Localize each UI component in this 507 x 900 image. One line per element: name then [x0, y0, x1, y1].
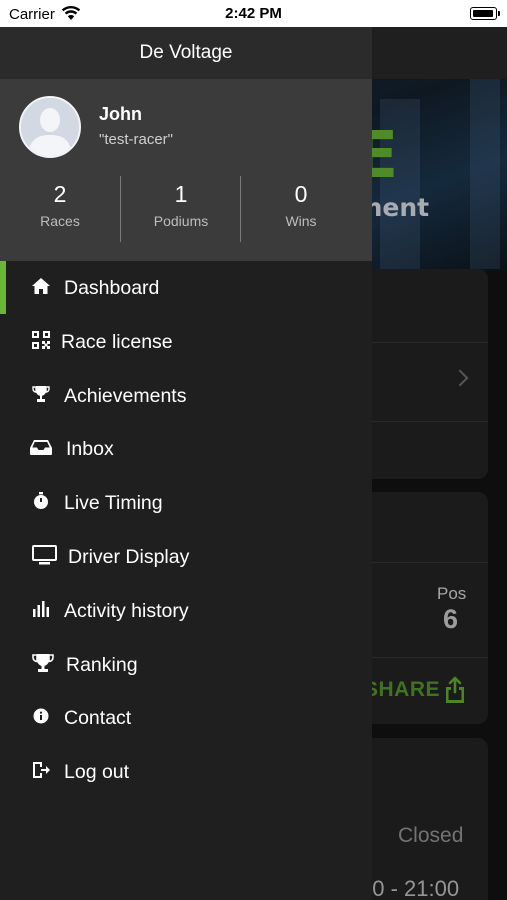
- profile-header: John "test-racer" 2 Races 1 Podiums 0 Wi…: [0, 79, 372, 261]
- status-bar: Carrier 2:42 PM: [0, 0, 507, 27]
- menu-item-label: Inbox: [66, 438, 114, 461]
- user-placeholder-icon: [21, 98, 79, 156]
- menu-item-label: Driver Display: [68, 545, 190, 568]
- stat-label: Podiums: [153, 213, 209, 229]
- menu-item-label: Contact: [64, 707, 132, 730]
- drawer-menu: Dashboard Race license Achievements Inbo…: [0, 261, 372, 799]
- menu-item-label: Activity history: [64, 599, 189, 622]
- stat-label: Races: [40, 213, 80, 229]
- ranking-trophy-icon: [30, 652, 56, 674]
- logout-icon: [30, 759, 52, 781]
- menu-item-label: Live Timing: [64, 492, 163, 515]
- qr-code-icon: [30, 329, 52, 351]
- menu-item-driver-display[interactable]: Driver Display: [0, 530, 372, 584]
- stat-label: Wins: [285, 213, 317, 229]
- menu-item-label: Achievements: [64, 384, 187, 407]
- avatar[interactable]: [19, 96, 81, 158]
- menu-item-achievements[interactable]: Achievements: [0, 369, 372, 423]
- stat-value: 2: [53, 181, 67, 207]
- menu-item-live-timing[interactable]: Live Timing: [0, 476, 372, 530]
- inbox-icon: [30, 436, 52, 458]
- stat-wins: 0 Wins: [241, 181, 361, 229]
- user-handle: "test-racer": [99, 131, 173, 148]
- stat-podiums: 1 Podiums: [121, 181, 241, 229]
- bar-chart-icon: [30, 598, 52, 620]
- menu-item-label: Race license: [61, 330, 173, 353]
- battery-icon: [470, 7, 500, 20]
- home-icon: [30, 275, 52, 297]
- drawer-overlay[interactable]: [372, 0, 507, 900]
- user-name: John: [99, 104, 142, 124]
- menu-item-activity-history[interactable]: Activity history: [0, 584, 372, 638]
- info-icon: [30, 705, 52, 727]
- menu-item-race-license[interactable]: Race license: [0, 315, 372, 369]
- menu-item-contact[interactable]: Contact: [0, 691, 372, 745]
- stopwatch-icon: [30, 490, 52, 512]
- menu-item-log-out[interactable]: Log out: [0, 745, 372, 799]
- menu-item-label: Log out: [64, 761, 130, 784]
- stat-races: 2 Races: [0, 181, 120, 229]
- menu-item-label: Dashboard: [64, 277, 160, 299]
- menu-item-dashboard[interactable]: Dashboard: [0, 261, 372, 315]
- side-drawer: De Voltage John "test-racer" 2 Races 1 P…: [0, 27, 372, 900]
- menu-item-label: Ranking: [66, 653, 138, 676]
- stat-value: 1: [174, 181, 188, 207]
- trophy-icon: [30, 383, 52, 405]
- stat-value: 0: [294, 181, 308, 207]
- menu-item-inbox[interactable]: Inbox: [0, 422, 372, 476]
- clock: 2:42 PM: [225, 5, 282, 22]
- drawer-title: De Voltage: [0, 27, 372, 79]
- monitor-icon: [31, 544, 57, 566]
- menu-item-ranking[interactable]: Ranking: [0, 638, 372, 692]
